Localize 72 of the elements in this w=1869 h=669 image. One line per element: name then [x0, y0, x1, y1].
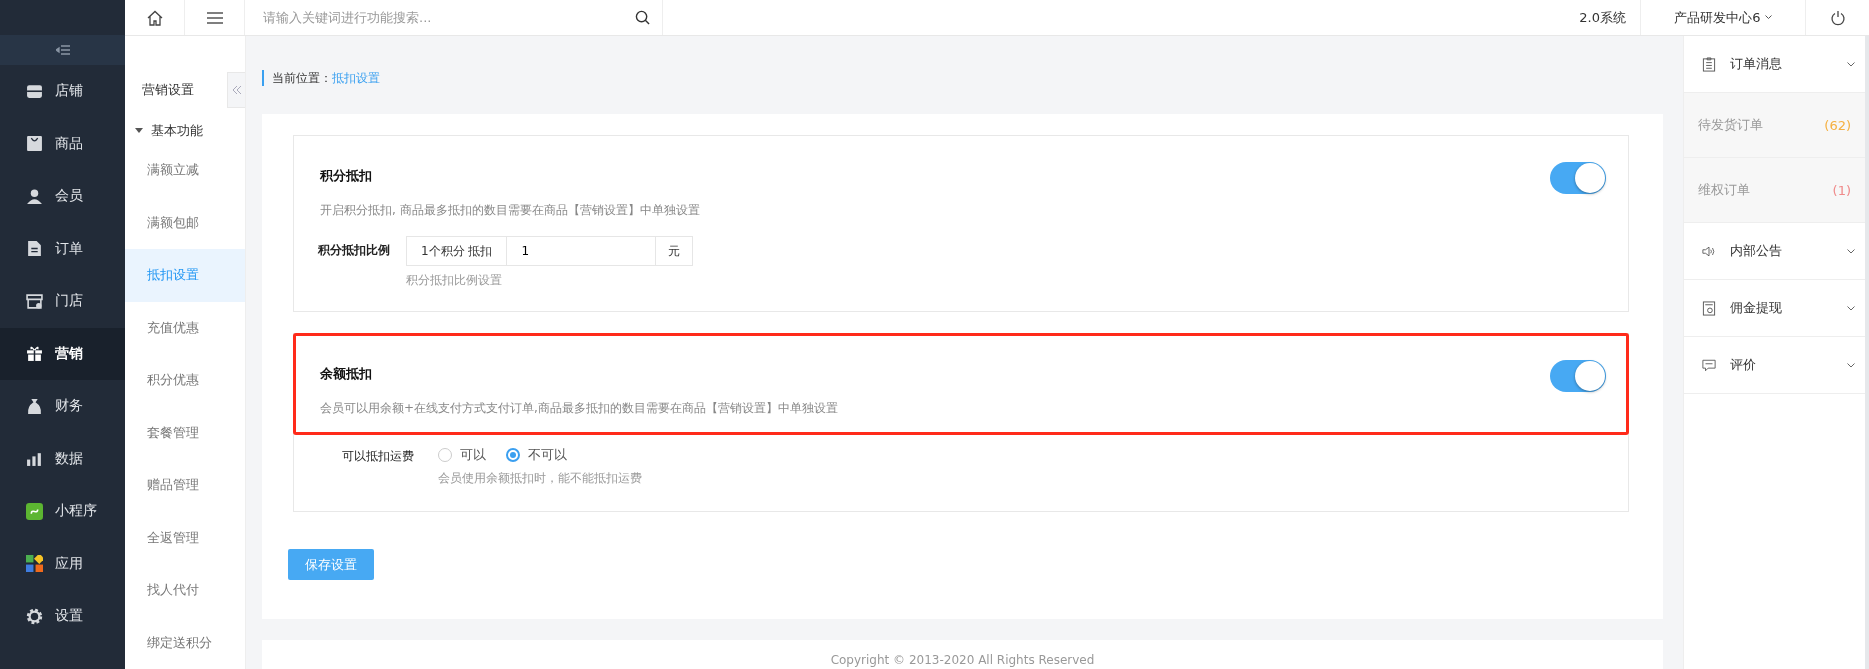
nav-item[interactable]: 商品 — [0, 117, 125, 170]
panel-section-header[interactable]: 内部公告 — [1684, 223, 1865, 280]
nav-item[interactable]: 应用 — [0, 537, 125, 590]
chevron-down-icon[interactable] — [1847, 362, 1855, 368]
menu-icon[interactable] — [206, 11, 223, 24]
section-description: 开启积分抵扣, 商品最多抵扣的数目需要在商品【营销设置】中单独设置 — [320, 202, 701, 219]
radio-icon[interactable] — [506, 448, 520, 462]
copyright-text: Copyright © 2013-2020 All Rights Reserved — [830, 653, 1095, 667]
home-icon[interactable] — [146, 9, 163, 26]
submenu-title: 营销设置 — [142, 81, 194, 99]
nav-item[interactable]: 财务 — [0, 380, 125, 433]
submenu-item[interactable]: 积分优惠 — [125, 354, 245, 407]
store-icon — [26, 82, 43, 100]
panel-section-header[interactable]: 评价 — [1684, 337, 1865, 394]
clipboard-icon — [1702, 56, 1716, 72]
receipt-icon — [1702, 300, 1716, 316]
submenu-item[interactable]: 充值优惠 — [125, 301, 245, 354]
organization-dropdown[interactable]: 产品研发中心6 — [1640, 0, 1806, 35]
nav-item[interactable]: 店铺 — [0, 65, 125, 118]
help-text: 会员使用余额抵扣时，能不能抵扣运费 — [438, 470, 642, 487]
section-description: 会员可以用余额+在线支付方式支付订单,商品最多抵扣的数目需要在商品【营销设置】中单独设置 — [320, 400, 839, 417]
section-title: 余额抵扣 — [320, 365, 373, 383]
shop-icon — [26, 292, 43, 310]
search-icon[interactable] — [635, 10, 650, 25]
settings-icon — [26, 607, 43, 625]
nav-item[interactable]: 数据 — [0, 432, 125, 485]
submenu-item[interactable]: 赠品管理 — [125, 459, 245, 512]
toggle-switch[interactable] — [1550, 162, 1606, 194]
panel-section-header[interactable]: 佣金提现 — [1684, 280, 1865, 337]
order-count: (62) — [1824, 117, 1851, 133]
nav-item[interactable]: 会员 — [0, 170, 125, 223]
submenu-item[interactable]: 绑定送积分 — [125, 616, 245, 669]
toggle-switch[interactable] — [1550, 360, 1606, 392]
comment-icon — [1702, 357, 1716, 373]
bar-chart-icon — [26, 450, 43, 468]
chevron-down-icon[interactable] — [1764, 15, 1772, 20]
gift-icon — [26, 345, 43, 363]
submenu-item[interactable]: 满额包邮 — [125, 196, 245, 249]
submenu-item[interactable]: 套餐管理 — [125, 406, 245, 459]
submenu-item[interactable]: 找人代付 — [125, 564, 245, 617]
bag-icon — [26, 135, 43, 153]
apps-icon — [26, 555, 43, 573]
help-text: 积分抵扣比例设置 — [406, 272, 503, 289]
user-icon — [26, 187, 43, 205]
input-prefix: 1个积分 抵扣 — [406, 236, 508, 266]
chevron-down-icon[interactable] — [1847, 248, 1855, 254]
nav-item[interactable]: 设置 — [0, 590, 125, 643]
radio-option[interactable]: 可以 — [438, 446, 486, 464]
document-icon — [26, 240, 43, 258]
nav-item[interactable]: 营销 — [0, 327, 125, 380]
section-title: 积分抵扣 — [320, 167, 373, 185]
chevron-down-icon[interactable] — [1847, 61, 1855, 67]
app-link-icon — [26, 502, 43, 520]
order-count: (1) — [1832, 182, 1851, 198]
collapse-icon[interactable] — [55, 45, 70, 55]
submenu-group[interactable]: 基本功能 — [125, 118, 245, 144]
power-icon[interactable] — [1829, 9, 1846, 26]
nav-item[interactable]: 门店 — [0, 275, 125, 328]
field-label: 积分抵扣比例 — [318, 242, 390, 259]
nav-item[interactable]: 订单 — [0, 222, 125, 275]
radio-option[interactable]: 不可以 — [506, 446, 567, 464]
input-field[interactable]: 1 — [507, 236, 657, 266]
submenu-item[interactable]: 满额立减 — [125, 144, 245, 197]
input-suffix: 元 — [656, 236, 694, 266]
system-version: 2.0系统 — [1579, 8, 1627, 27]
nav-item[interactable]: 小程序 — [0, 485, 125, 538]
submenu-item[interactable]: 全返管理 — [125, 511, 245, 564]
caret-icon[interactable] — [135, 128, 143, 134]
money-bag-icon — [26, 397, 43, 415]
breadcrumb-label: 当前位置： — [272, 69, 332, 87]
field-label: 可以抵扣运费 — [342, 448, 415, 465]
chevron-down-icon[interactable] — [1847, 305, 1855, 311]
